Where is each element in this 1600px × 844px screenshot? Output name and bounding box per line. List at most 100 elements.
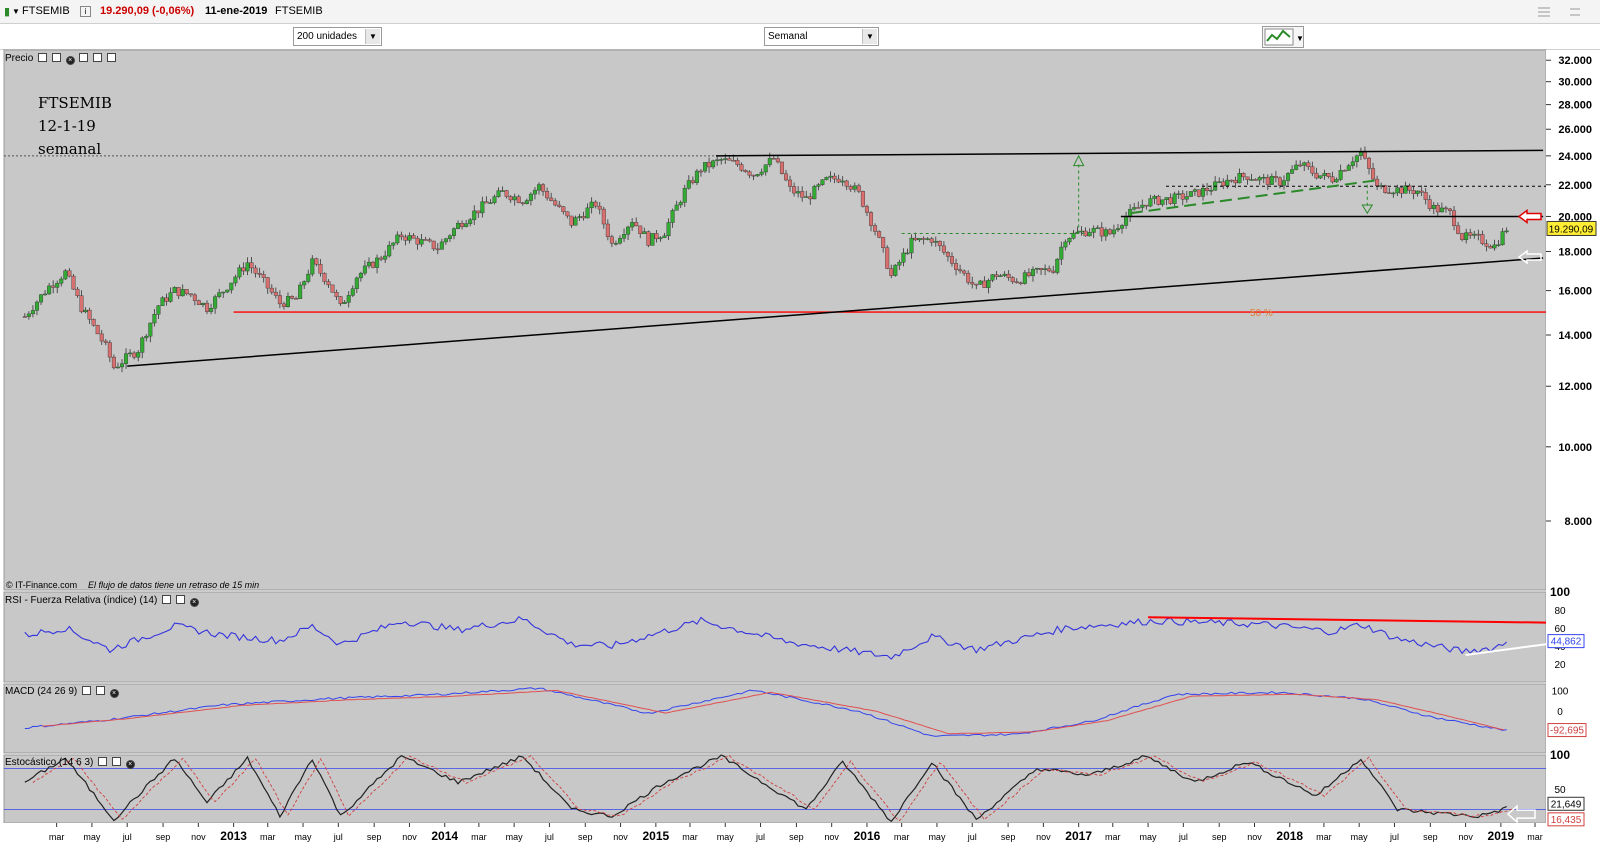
time-tick-label: jul <box>544 832 554 842</box>
candle-body <box>1399 187 1404 194</box>
candle-body <box>371 261 376 268</box>
time-tick-label: jul <box>333 832 343 842</box>
candle-body <box>1423 192 1428 200</box>
candle-body <box>707 162 712 168</box>
candle-body <box>1055 258 1060 273</box>
wrench-icon[interactable] <box>98 757 108 766</box>
candle-body <box>1063 241 1068 248</box>
candle-body <box>561 206 566 212</box>
copy-icon[interactable] <box>93 53 103 62</box>
candle-body <box>136 352 141 358</box>
candle-body <box>792 186 797 194</box>
price-tick-label: 8.000 <box>1564 516 1592 528</box>
wrench-icon[interactable] <box>82 686 92 695</box>
candle-body <box>597 205 602 210</box>
candle-body <box>1184 196 1189 200</box>
close-icon[interactable]: × <box>189 598 199 607</box>
candle-body <box>739 164 744 171</box>
candle-body <box>848 186 853 190</box>
maximize-icon[interactable] <box>95 686 105 695</box>
candle-body <box>1047 268 1052 272</box>
time-tick-label: nov <box>613 832 628 842</box>
wrench-icon[interactable] <box>162 595 172 604</box>
candle-body <box>877 231 882 238</box>
candle-body <box>1010 277 1015 283</box>
candle-body <box>994 274 999 277</box>
candle-body <box>524 200 529 204</box>
candle-body <box>233 276 238 284</box>
annotation-period: semanal <box>38 140 101 158</box>
time-tick-label: mar <box>1105 832 1121 842</box>
candle-body <box>771 158 776 160</box>
candle-body <box>1192 189 1197 192</box>
candle-body <box>626 226 631 235</box>
close-icon[interactable]: × <box>109 689 119 698</box>
candle-body <box>180 289 185 297</box>
time-tick-label: 2019 <box>1488 829 1515 843</box>
candle-body <box>941 245 946 253</box>
candle-body <box>1318 175 1323 179</box>
candle-body <box>783 173 788 181</box>
wrench-icon[interactable] <box>38 53 48 62</box>
candle-body <box>1018 282 1023 285</box>
time-tick-label: mar <box>894 832 910 842</box>
candle-body <box>51 285 56 288</box>
candle-body <box>1350 161 1355 166</box>
chart-area[interactable]: 8.00010.00012.00014.00016.00018.00020.00… <box>0 0 1600 844</box>
candle-body <box>1249 179 1254 181</box>
candle-body <box>727 158 732 161</box>
candle-body <box>921 238 926 240</box>
macd-tick-label: 100 <box>1552 686 1569 697</box>
candle-body <box>91 319 96 326</box>
candle-body <box>1375 178 1380 187</box>
maximize-icon[interactable] <box>175 595 185 604</box>
maximize-icon[interactable] <box>51 53 61 62</box>
candle-body <box>358 272 363 279</box>
candle-body <box>686 180 691 189</box>
add-icon[interactable] <box>79 53 89 62</box>
candle-body <box>225 289 230 293</box>
candle-body <box>1099 227 1104 237</box>
time-tick-label: nov <box>1458 832 1473 842</box>
candle-body <box>156 305 161 315</box>
candle-body <box>184 289 189 294</box>
candle-body <box>480 201 485 214</box>
candle-body <box>1480 234 1485 244</box>
candle-body <box>496 190 501 197</box>
candle-body <box>144 335 149 339</box>
close-icon[interactable]: × <box>125 760 135 769</box>
candle-body <box>508 196 513 201</box>
candle-body <box>715 159 720 162</box>
candle-body <box>306 273 311 282</box>
candle-body <box>285 296 290 307</box>
candle-body <box>1403 185 1408 194</box>
candle-body <box>128 352 133 355</box>
candle-body <box>439 241 444 250</box>
time-tick-label: nov <box>191 832 206 842</box>
maximize-icon[interactable] <box>111 757 121 766</box>
paste-icon[interactable] <box>107 53 117 62</box>
candle-body <box>869 212 874 226</box>
candle-body <box>1164 197 1169 200</box>
candle-body <box>1447 208 1452 211</box>
candle-body <box>1039 268 1044 270</box>
candle-body <box>391 242 396 246</box>
candle-body <box>318 264 323 274</box>
candle-body <box>1067 238 1072 243</box>
candle-body <box>411 235 416 239</box>
candle-body <box>1346 165 1351 171</box>
candle-body <box>852 185 857 190</box>
candle-body <box>743 170 748 173</box>
candle-body <box>30 310 35 315</box>
time-tick-label: sep <box>1423 832 1438 842</box>
candle-body <box>1330 176 1335 183</box>
time-tick-label: jul <box>755 832 765 842</box>
candle-body <box>75 288 80 296</box>
close-icon[interactable]: × <box>65 56 75 65</box>
candle-body <box>500 190 505 192</box>
candle-body <box>937 240 942 247</box>
candle-body <box>103 340 108 343</box>
candle-body <box>735 160 740 165</box>
candle-body <box>253 267 258 274</box>
candle-body <box>379 257 384 260</box>
